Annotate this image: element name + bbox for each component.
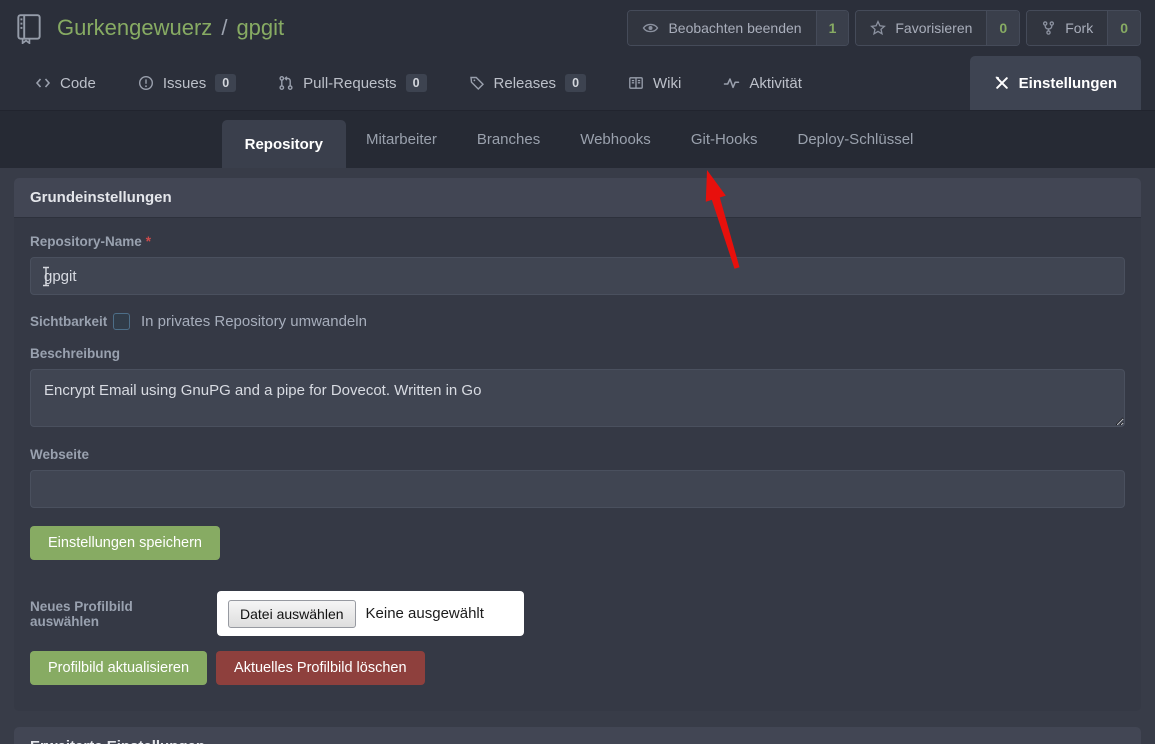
basic-settings-header: Grundeinstellungen [14,178,1141,218]
delete-avatar-button[interactable]: Aktuelles Profilbild löschen [216,651,424,685]
tab-settings[interactable]: Einstellungen [970,56,1141,110]
watch-count[interactable]: 1 [816,11,849,45]
tab-wiki-label: Wiki [653,75,681,92]
repo-name-label-text: Repository-Name [30,234,142,249]
subtab-webhooks[interactable]: Webhooks [560,111,671,168]
repo-name-input[interactable] [30,257,1125,295]
tab-issues[interactable]: Issues 0 [117,56,257,110]
choose-file-button[interactable]: Datei auswählen [228,600,356,628]
releases-count-badge: 0 [565,74,586,92]
settings-page: Grundeinstellungen Repository-Name * Sic… [0,178,1155,744]
avatar-file-input[interactable]: Datei auswählen Keine ausgewählt [217,591,524,636]
pull-request-icon [278,75,294,91]
fork-button-label: Fork [1065,20,1093,36]
advanced-settings-panel: Erweiterte Einstellungen [14,727,1141,744]
subtab-repository[interactable]: Repository [222,120,346,168]
avatar-label: Neues Profilbild auswählen [30,599,201,629]
nav-spacer [823,56,970,110]
fork-count[interactable]: 0 [1107,11,1140,45]
tab-code[interactable]: Code [14,56,117,110]
watch-button[interactable]: Beobachten beenden 1 [627,10,849,46]
fork-icon [1041,20,1056,36]
tab-issues-label: Issues [163,75,206,92]
avatar-row: Neues Profilbild auswählen Datei auswähl… [30,591,1125,636]
tab-releases-label: Releases [494,75,557,92]
subtab-webhooks-label: Webhooks [580,131,651,148]
code-icon [35,75,51,91]
visibility-row: Sichtbarkeit In privates Repository umwa… [30,313,1125,330]
activity-icon [723,75,740,91]
issues-count-badge: 0 [215,74,236,92]
private-repo-checkbox-label: In privates Repository umwandeln [141,313,367,330]
advanced-settings-header: Erweiterte Einstellungen [14,727,1141,744]
description-textarea[interactable]: Encrypt Email using GnuPG and a pipe for… [30,369,1125,427]
required-asterisk: * [146,234,151,249]
subtab-mitarbeiter[interactable]: Mitarbeiter [346,111,457,168]
basic-settings-panel: Grundeinstellungen Repository-Name * Sic… [14,178,1141,711]
red-arrow-annotation [680,160,760,275]
subtab-branches-label: Branches [477,131,540,148]
subtab-deploy-keys[interactable]: Deploy-Schlüssel [778,111,934,168]
description-label: Beschreibung [30,346,1125,361]
settings-subnav: Repository Mitarbeiter Branches Webhooks… [0,110,1155,168]
tab-activity[interactable]: Aktivität [702,56,823,110]
update-avatar-button[interactable]: Profilbild aktualisieren [30,651,207,685]
repo-action-buttons: Beobachten beenden 1 Favorisieren 0 [627,10,1141,46]
tab-settings-label: Einstellungen [1019,75,1117,92]
subtab-repository-label: Repository [245,136,323,153]
pull-requests-count-badge: 0 [406,74,427,92]
repo-title: Gurkengewuerz / gpgit [14,12,284,44]
save-settings-button[interactable]: Einstellungen speichern [30,526,220,560]
star-button-label: Favorisieren [895,20,972,36]
subtab-git-hooks-label: Git-Hooks [691,131,758,148]
subtab-mitarbeiter-label: Mitarbeiter [366,131,437,148]
file-status-text: Keine ausgewählt [366,605,484,622]
tab-wiki[interactable]: Wiki [607,56,702,110]
website-input[interactable] [30,470,1125,508]
subtab-deploy-keys-label: Deploy-Schlüssel [798,131,914,148]
star-button[interactable]: Favorisieren 0 [855,10,1020,46]
tab-pull-requests[interactable]: Pull-Requests 0 [257,56,447,110]
visibility-label: Sichtbarkeit [30,314,113,329]
website-label: Webseite [30,447,1125,462]
masthead: Gurkengewuerz / gpgit Beobachten beenden… [0,0,1155,56]
repo-tab-bar: Code Issues 0 Pull-Requests 0 Releases 0 [0,56,1155,110]
repo-title-separator: / [221,15,227,41]
star-icon [870,20,886,36]
subtab-branches[interactable]: Branches [457,111,560,168]
tab-releases[interactable]: Releases 0 [448,56,608,110]
repo-name-link[interactable]: gpgit [236,15,284,41]
basic-settings-body: Repository-Name * Sichtbarkeit In privat… [14,218,1141,711]
repo-name-label: Repository-Name * [30,234,1125,249]
eye-icon [642,21,659,35]
fork-button[interactable]: Fork 0 [1026,10,1141,46]
tab-code-label: Code [60,75,96,92]
tools-icon [994,75,1010,91]
repo-book-icon [14,12,44,44]
private-repo-checkbox[interactable] [113,313,130,330]
watch-button-label: Beobachten beenden [668,20,801,36]
wiki-icon [628,75,644,91]
star-count[interactable]: 0 [986,11,1019,45]
tab-pull-requests-label: Pull-Requests [303,75,396,92]
issue-icon [138,75,154,91]
repo-owner-link[interactable]: Gurkengewuerz [57,15,212,41]
tab-activity-label: Aktivität [749,75,802,92]
tag-icon [469,75,485,91]
